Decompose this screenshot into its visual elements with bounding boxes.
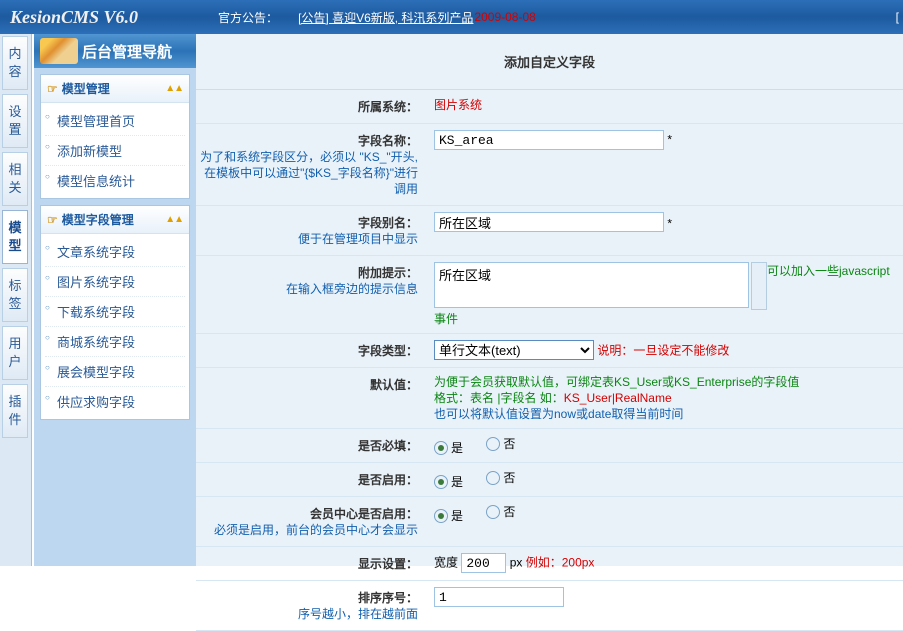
radio-icon <box>486 471 500 485</box>
hand-icon: ☞ <box>47 213 58 227</box>
system-value: 图片系统 <box>434 98 482 112</box>
vtab-0[interactable]: 内容 <box>2 36 28 90</box>
nav-item-1-2[interactable]: 下载系统字段 <box>45 297 185 327</box>
label-required: 是否必填： <box>196 429 426 462</box>
nav-item-0-2[interactable]: 模型信息统计 <box>45 166 185 195</box>
vtab-3[interactable]: 模型 <box>2 210 28 264</box>
group-title-0[interactable]: ☞模型管理▲▲ <box>41 75 189 103</box>
top-bar: KesionCMS V6.0 官方公告： [公告] 喜迎V6新版, 科汛系列产品… <box>0 0 903 34</box>
avatar-icon <box>40 38 78 64</box>
label-tip: 附加提示： <box>358 266 418 280</box>
vtab-1[interactable]: 设置 <box>2 94 28 148</box>
tip-textarea[interactable]: 所在区域 <box>434 262 749 308</box>
nav-item-0-0[interactable]: 模型管理首页 <box>45 106 185 136</box>
label-system: 所属系统： <box>196 90 426 123</box>
default-l2b: KS_User|RealName <box>564 391 672 405</box>
member-enabled-yes[interactable]: 是 <box>434 507 463 524</box>
arrows-icon: ▲▲ <box>165 83 183 94</box>
default-l2a: 格式：表名 |字段名 如： <box>434 391 564 405</box>
vtab-4[interactable]: 标签 <box>2 268 28 322</box>
nav-item-1-0[interactable]: 文章系统字段 <box>45 237 185 267</box>
logo: KesionCMS V6.0 <box>10 7 138 28</box>
label-type: 字段类型： <box>196 334 426 367</box>
enabled-yes[interactable]: 是 <box>434 473 463 490</box>
hint-alias: 便于在管理项目中显示 <box>200 231 418 247</box>
label-member-enabled: 会员中心是否启用： <box>310 507 418 521</box>
fieldname-input[interactable] <box>434 130 664 150</box>
content: 添加自定义字段 所属系统： 图片系统 字段名称： 为了和系统字段区分，必须以 "… <box>196 34 903 566</box>
hint-order: 序号越小，排在越前面 <box>200 606 418 622</box>
textarea-scroll[interactable] <box>751 262 767 310</box>
nav-item-0-1[interactable]: 添加新模型 <box>45 136 185 166</box>
width-label: 宽度 <box>434 556 458 570</box>
page-title: 添加自定义字段 <box>196 34 903 90</box>
vtab-5[interactable]: 用户 <box>2 326 28 380</box>
radio-icon <box>486 437 500 451</box>
hand-icon: ☞ <box>47 82 58 96</box>
width-input[interactable] <box>461 553 506 573</box>
announce-link[interactable]: [公告] 喜迎V6新版, 科汛系列产品 <box>298 9 473 26</box>
radio-icon <box>434 475 448 489</box>
vertical-tabs: 内容设置相关模型标签用户插件 <box>0 34 32 566</box>
announce-date: 2009-08-08 <box>474 10 535 24</box>
label-fieldname: 字段名称： <box>358 134 418 148</box>
radio-icon <box>434 441 448 455</box>
arrows-icon: ▲▲ <box>165 214 183 225</box>
hint-fieldname: 为了和系统字段区分，必须以 "KS_"开头,在模板中可以通过"{$KS_字段名称… <box>200 149 418 197</box>
type-select[interactable]: 单行文本(text) <box>434 340 594 360</box>
label-default: 默认值： <box>196 368 426 401</box>
order-input[interactable] <box>434 587 564 607</box>
px-unit: px <box>510 556 523 570</box>
width-example: 例如：200px <box>526 556 595 570</box>
nav-item-1-3[interactable]: 商城系统字段 <box>45 327 185 357</box>
vtab-2[interactable]: 相关 <box>2 152 28 206</box>
sidebar-title-text: 后台管理导航 <box>82 41 172 62</box>
sidebar-title: 后台管理导航 <box>34 34 196 68</box>
radio-icon <box>486 505 500 519</box>
label-enabled: 是否启用： <box>196 463 426 496</box>
type-note: 说明：一旦设定不能修改 <box>597 344 729 358</box>
enabled-no[interactable]: 否 <box>486 469 515 486</box>
label-display: 显示设置： <box>196 547 426 580</box>
label-order: 排序序号： <box>358 591 418 605</box>
hint-tip: 在输入框旁边的提示信息 <box>200 281 418 297</box>
nav-item-1-1[interactable]: 图片系统字段 <box>45 267 185 297</box>
label-alias: 字段别名： <box>358 216 418 230</box>
star: * <box>664 217 672 231</box>
default-l3: 也可以将默认值设置为now或date取得当前时间 <box>434 407 683 421</box>
radio-icon <box>434 509 448 523</box>
default-l1: 为便于会员获取默认值，可绑定表KS_User或KS_Enterprise的字段值 <box>434 375 799 389</box>
group-title-1[interactable]: ☞模型字段管理▲▲ <box>41 206 189 234</box>
sidebar: 后台管理导航 ☞模型管理▲▲ 模型管理首页添加新模型模型信息统计 ☞模型字段管理▲▲… <box>34 34 196 566</box>
nav-item-1-5[interactable]: 供应求购字段 <box>45 387 185 416</box>
hint-member-enabled: 必须是启用，前台的会员中心才会显示 <box>200 522 418 538</box>
member-enabled-no[interactable]: 否 <box>486 503 515 520</box>
announce-label: 官方公告： <box>218 9 278 26</box>
star: * <box>664 133 672 147</box>
required-yes[interactable]: 是 <box>434 439 463 456</box>
nav-item-1-4[interactable]: 展会模型字段 <box>45 357 185 387</box>
alias-input[interactable] <box>434 212 664 232</box>
vtab-6[interactable]: 插件 <box>2 384 28 438</box>
required-no[interactable]: 否 <box>486 435 515 452</box>
top-right-bracket: [ <box>896 10 899 24</box>
